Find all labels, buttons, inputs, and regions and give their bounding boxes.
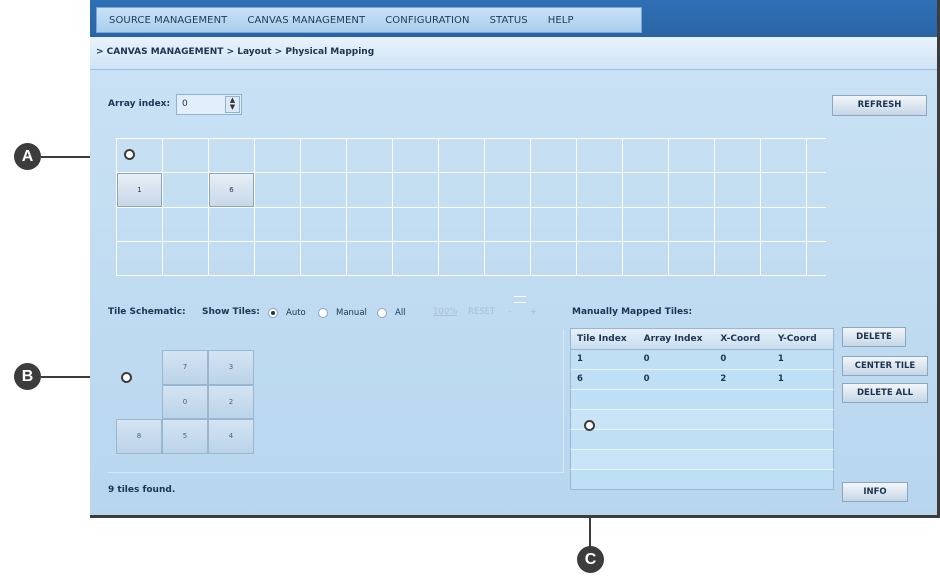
zoom-level[interactable]: 100% (433, 307, 457, 317)
cell-y-coord: 1 (777, 374, 784, 384)
manually-mapped-table: Tile Index Array Index X-Coord Y-Coord 1… (570, 328, 834, 490)
cell-array-index: 0 (643, 354, 650, 364)
schematic-tile-5[interactable]: 5 (162, 419, 208, 454)
callout-b: B (14, 363, 41, 390)
schematic-tile-2[interactable]: 2 (208, 385, 254, 419)
table-row-empty (570, 390, 834, 410)
menu-strip: SOURCE MANAGEMENT CANVAS MANAGEMENT CONF… (96, 7, 642, 33)
table-row-empty (570, 410, 834, 430)
manually-mapped-title: Manually Mapped Tiles: (572, 307, 693, 317)
schematic-origin-marker (121, 372, 132, 383)
radio-all-label: All (395, 308, 406, 318)
grid-origin-marker (124, 149, 135, 160)
radio-auto-label: Auto (286, 308, 306, 318)
header-tile-index[interactable]: Tile Index (571, 329, 638, 349)
delete-button[interactable]: DELETE (842, 327, 906, 347)
radio-auto[interactable] (268, 308, 278, 318)
menu-bar: SOURCE MANAGEMENT CANVAS MANAGEMENT CONF… (90, 0, 937, 37)
cell-x-coord: 2 (720, 374, 727, 384)
app-window: SOURCE MANAGEMENT CANVAS MANAGEMENT CONF… (90, 0, 940, 518)
tile-schematic-label: Tile Schematic: (108, 307, 186, 317)
table-row-empty (570, 430, 834, 450)
reset-zoom-button[interactable]: RESET (468, 307, 495, 317)
cell-x-coord: 0 (720, 354, 727, 364)
menu-status[interactable]: STATUS (490, 15, 528, 26)
array-index-spinner[interactable]: 0 ▲ ▼ (176, 94, 242, 115)
radio-manual[interactable] (318, 308, 328, 318)
table-row-empty (570, 470, 834, 490)
menu-help[interactable]: HELP (548, 15, 574, 26)
show-tiles-label: Show Tiles: (202, 307, 260, 317)
callout-c: C (577, 546, 604, 573)
zoom-out-button[interactable]: - (508, 307, 511, 317)
cell-tile-index: 1 (577, 354, 583, 364)
table-row[interactable]: 6 0 2 1 (570, 370, 834, 390)
menu-canvas-management[interactable]: CANVAS MANAGEMENT (247, 15, 365, 26)
zoom-in-button[interactable]: + (530, 307, 537, 317)
radio-manual-label: Manual (336, 308, 367, 318)
breadcrumb-text: > CANVAS MANAGEMENT > Layout > Physical … (96, 47, 375, 57)
menu-configuration[interactable]: CONFIGURATION (385, 15, 469, 26)
radio-all[interactable] (377, 308, 387, 318)
spinner-arrows-icon[interactable]: ▲ ▼ (225, 96, 240, 113)
breadcrumb: > CANVAS MANAGEMENT > Layout > Physical … (90, 37, 937, 70)
schematic-tile-3[interactable]: 3 (208, 350, 254, 385)
menu-source-management[interactable]: SOURCE MANAGEMENT (109, 15, 227, 26)
cell-tile-index: 6 (577, 374, 583, 384)
table-header: Tile Index Array Index X-Coord Y-Coord (570, 328, 834, 350)
array-index-value: 0 (182, 99, 188, 109)
cell-y-coord: 1 (777, 354, 784, 364)
refresh-button[interactable]: REFRESH (832, 95, 927, 116)
table-row-empty (570, 450, 834, 470)
grid-tile-1[interactable]: 1 (117, 173, 162, 207)
grid-tile-6[interactable]: 6 (209, 173, 254, 207)
header-x-coord[interactable]: X-Coord (714, 329, 771, 349)
cell-array-index: 0 (643, 374, 650, 384)
header-y-coord[interactable]: Y-Coord (772, 329, 833, 349)
center-tile-button[interactable]: CENTER TILE (842, 356, 928, 376)
array-index-label: Array index: (108, 99, 171, 109)
schematic-tile-8[interactable]: 8 (116, 419, 162, 454)
physical-mapping-grid[interactable]: 1 6 (116, 138, 826, 276)
info-button[interactable]: INFO (842, 482, 908, 502)
status-text: 9 tiles found. (108, 485, 176, 495)
splitter-handle[interactable] (514, 296, 526, 303)
main-content: Array index: 0 ▲ ▼ REFRESH 1 6 Tile Schem… (90, 70, 937, 515)
table-row[interactable]: 1 0 0 1 (570, 350, 834, 370)
schematic-tile-0[interactable]: 0 (162, 385, 208, 419)
table-selection-marker (584, 420, 595, 431)
delete-all-button[interactable]: DELETE ALL (842, 383, 928, 403)
callout-a: A (14, 143, 41, 170)
schematic-tile-4[interactable]: 4 (208, 419, 254, 454)
schematic-tile-7[interactable]: 7 (162, 350, 208, 385)
header-array-index[interactable]: Array Index (638, 329, 715, 349)
